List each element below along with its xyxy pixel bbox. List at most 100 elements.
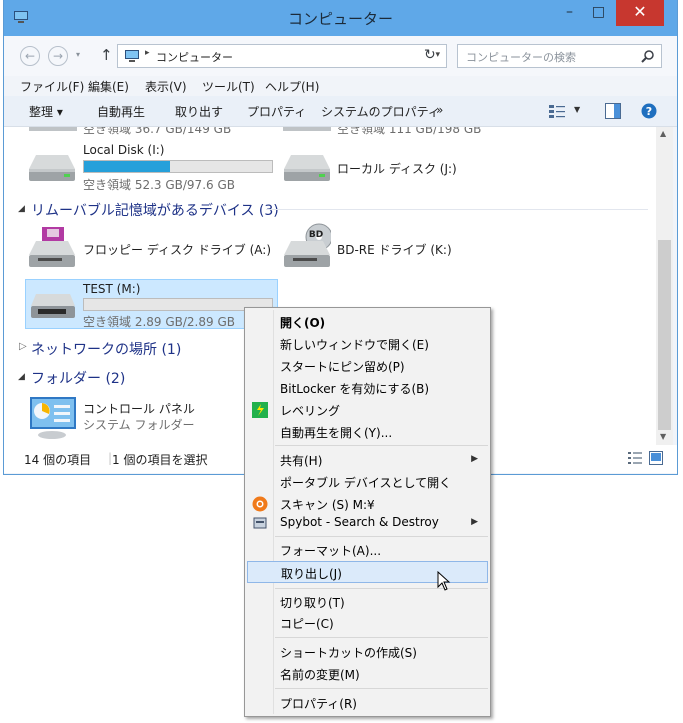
title-bar[interactable]: コンピューター – □ ✕ <box>4 0 677 36</box>
menu-item-label: 共有(H) <box>280 454 323 468</box>
drive-free-space-partial: 空き領域 36.7 GB/149 GB <box>83 127 232 136</box>
menu-item-label: ポータブル デバイスとして開く <box>280 476 452 490</box>
menu-help[interactable]: ヘルプ(H) <box>265 78 319 95</box>
menu-item-open-portable[interactable]: ポータブル デバイスとして開く <box>247 471 488 493</box>
submenu-arrow-icon: ▶ <box>471 454 478 464</box>
hard-drive-icon <box>29 155 75 181</box>
submenu-arrow-icon: ▶ <box>471 517 478 527</box>
menu-item-label: フォーマット(A)... <box>280 544 382 558</box>
menu-item-leveling[interactable]: レベリング <box>247 399 488 421</box>
menu-tools[interactable]: ツール(T) <box>202 78 255 95</box>
menu-item-label: 名前の変更(M) <box>280 668 360 682</box>
menu-separator <box>275 536 488 537</box>
menu-item-label: レベリング <box>280 404 341 418</box>
menu-item-rename[interactable]: 名前の変更(M) <box>247 663 488 685</box>
menu-item-properties[interactable]: プロパティ(R) <box>247 692 488 714</box>
search-icon[interactable] <box>641 49 655 63</box>
chevron-down-icon[interactable]: ◢ <box>18 204 25 214</box>
organize-button[interactable]: 整理 ▾ <box>29 103 63 120</box>
menu-separator <box>275 588 488 589</box>
menu-bar: ファイル(F) 編集(E) 表示(V) ツール(T) ヘルプ(H) <box>4 76 677 96</box>
address-box[interactable]: ▸ コンピューター ▾ <box>117 44 447 68</box>
bd-badge: BD <box>308 230 324 240</box>
hard-drive-icon <box>284 155 330 181</box>
maximize-button[interactable]: □ <box>585 0 612 26</box>
menu-item-eject[interactable]: 取り出し(J) <box>247 561 488 583</box>
menu-item-label: プロパティ(R) <box>280 697 357 711</box>
menu-file[interactable]: ファイル(F) <box>20 78 84 95</box>
details-view-icon[interactable] <box>628 452 642 464</box>
forward-button[interactable]: → <box>48 46 68 66</box>
menu-separator <box>275 445 488 446</box>
control-panel-icon <box>30 397 76 439</box>
recent-dropdown-icon[interactable]: ▾ <box>76 50 80 59</box>
view-dropdown-icon[interactable]: ▼ <box>574 105 580 114</box>
refresh-button[interactable]: ↻ <box>424 47 436 63</box>
menu-view[interactable]: 表示(V) <box>145 78 187 95</box>
menu-item-label: 開く(O) <box>280 316 326 330</box>
drive-name: BD-RE ドライブ (K:) <box>337 243 452 257</box>
menu-item-label: 取り出し(J) <box>281 567 342 581</box>
menu-item-label: 新しいウィンドウで開く(E) <box>280 338 429 352</box>
drive-name: ローカル ディスク (J:) <box>337 162 457 176</box>
chevron-right-icon[interactable]: ▷ <box>19 341 27 352</box>
menu-separator <box>275 688 488 689</box>
preview-pane-icon[interactable] <box>605 103 621 119</box>
eject-button[interactable]: 取り出す <box>175 103 223 120</box>
folder-type: システム フォルダー <box>83 418 195 432</box>
menu-item-open-autoplay[interactable]: 自動再生を開く(Y)... <box>247 421 488 443</box>
group-header-network[interactable]: ネットワークの場所 (1) <box>31 339 181 359</box>
chevron-right-icon[interactable]: ▸ <box>145 48 150 58</box>
vertical-scrollbar[interactable]: ▲ ▼ <box>656 127 673 445</box>
system-properties-button[interactable]: システムのプロパティ <box>321 103 440 120</box>
menu-item-label: Spybot - Search & Destroy <box>280 515 439 529</box>
autoplay-button[interactable]: 自動再生 <box>97 103 145 120</box>
close-button[interactable]: ✕ <box>616 0 664 26</box>
chevron-down-icon[interactable]: ◢ <box>18 372 25 382</box>
menu-item-label: コピー(C) <box>280 617 334 631</box>
menu-item-label: スキャン (S) M:¥ <box>280 498 375 512</box>
help-icon[interactable]: ? <box>641 103 657 119</box>
drive-usage-bar <box>83 160 273 173</box>
menu-item-spybot[interactable]: Spybot - Search & Destroy ▶ <box>247 512 488 534</box>
menu-item-open[interactable]: 開く(O) <box>247 311 488 333</box>
search-input[interactable]: コンピューターの検索 <box>457 44 662 68</box>
menu-item-copy[interactable]: コピー(C) <box>247 612 488 634</box>
menu-item-label: スタートにピン留め(P) <box>280 360 405 374</box>
menu-item-create-shortcut[interactable]: ショートカットの作成(S) <box>247 641 488 663</box>
chevron-down-icon[interactable]: ▾ <box>435 50 440 60</box>
menu-item-label: 切り取り(T) <box>280 596 345 610</box>
large-icons-view-icon[interactable] <box>649 451 663 465</box>
menu-item-share[interactable]: 共有(H) ▶ <box>247 449 488 471</box>
scroll-down-icon[interactable]: ▼ <box>660 432 666 441</box>
menu-item-open-new-window[interactable]: 新しいウィンドウで開く(E) <box>247 333 488 355</box>
group-header-removable[interactable]: リムーバブル記憶域があるデバイス (3) <box>31 200 279 220</box>
scroll-thumb[interactable] <box>658 240 671 430</box>
back-button[interactable]: ← <box>20 46 40 66</box>
menu-item-pin-to-start[interactable]: スタートにピン留め(P) <box>247 355 488 377</box>
menu-item-format[interactable]: フォーマット(A)... <box>247 539 488 561</box>
folder-name: コントロール パネル <box>83 402 195 416</box>
drive-name: Local Disk (I:) <box>83 143 165 157</box>
up-button[interactable]: ↑ <box>100 46 113 64</box>
address-path: コンピューター <box>156 51 233 64</box>
item-count: 14 個の項目 <box>24 453 92 467</box>
spybot-icon <box>253 517 267 529</box>
menu-separator <box>275 637 488 638</box>
menu-edit[interactable]: 編集(E) <box>88 78 129 95</box>
leveling-icon <box>252 402 268 418</box>
view-options-icon[interactable] <box>549 104 565 118</box>
drive-name: フロッピー ディスク ドライブ (A:) <box>83 243 272 257</box>
properties-button[interactable]: プロパティ <box>247 103 306 120</box>
group-header-folders[interactable]: フォルダー (2) <box>31 368 125 388</box>
search-placeholder: コンピューターの検索 <box>466 51 576 64</box>
drive-free-space-partial: 空き領域 111 GB/198 GB <box>337 127 482 136</box>
menu-item-cut[interactable]: 切り取り(T) <box>247 591 488 613</box>
menu-item-label: BitLocker を有効にする(B) <box>280 382 430 396</box>
menu-item-bitlocker[interactable]: BitLocker を有効にする(B) <box>247 377 488 399</box>
drive-free-space: 空き領域 2.89 GB/2.89 GB <box>83 315 235 329</box>
more-commands-button[interactable]: » <box>436 103 443 117</box>
minimize-button[interactable]: – <box>556 0 583 26</box>
drive-free-space: 空き領域 52.3 GB/97.6 GB <box>83 178 235 192</box>
scroll-up-icon[interactable]: ▲ <box>660 129 666 138</box>
